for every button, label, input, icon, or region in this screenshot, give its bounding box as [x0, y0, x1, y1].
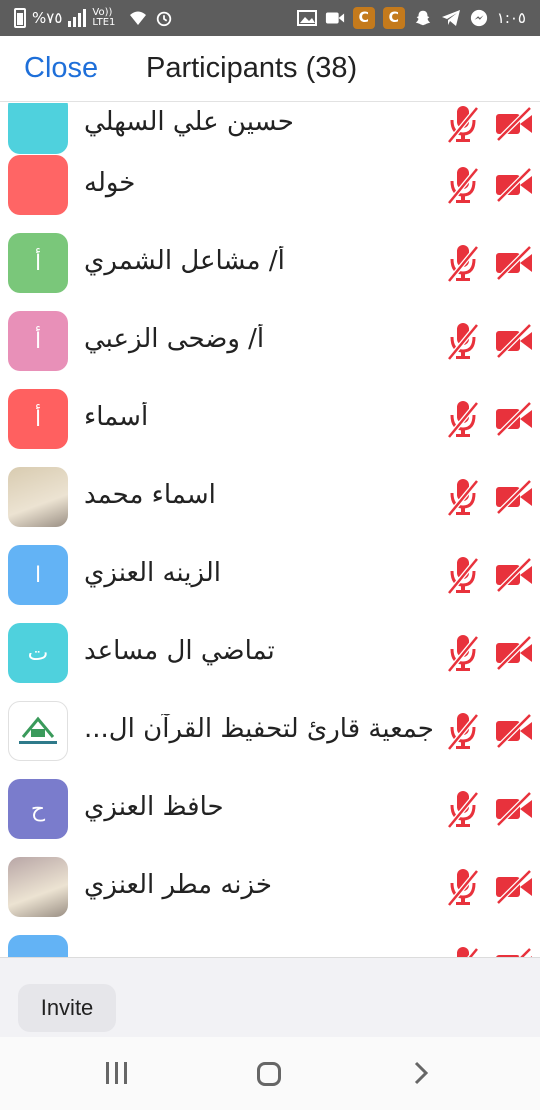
page-title: Participants (38) [146, 52, 358, 84]
close-button[interactable]: Close [24, 52, 98, 85]
video-off-icon[interactable] [494, 167, 534, 203]
muted-mic-icon[interactable] [446, 321, 480, 361]
muted-mic-icon[interactable] [446, 399, 480, 439]
video-icon [325, 12, 344, 24]
home-icon[interactable] [257, 1062, 281, 1086]
participant-row[interactable]: ت تماضي ال مساعد [0, 614, 540, 692]
participant-name: أسماء [84, 402, 149, 432]
avatar: أ [8, 389, 68, 449]
battery-icon [14, 8, 26, 28]
clock: ١:٠٥ [496, 9, 526, 27]
participant-name: أ/ وضحى الزعبي [84, 324, 265, 354]
avatar-initial: ح [30, 796, 46, 822]
invite-button[interactable]: Invite [18, 984, 116, 1032]
muted-mic-icon[interactable] [446, 104, 480, 144]
muted-mic-icon[interactable] [446, 243, 480, 283]
video-off-icon[interactable] [494, 713, 534, 749]
muted-mic-icon[interactable] [446, 165, 480, 205]
muted-mic-icon[interactable] [446, 711, 480, 751]
muted-mic-icon[interactable] [446, 633, 480, 673]
avatar: ت [8, 623, 68, 683]
app-c-icon: C [382, 7, 405, 29]
avatar-initial: أ [34, 406, 42, 432]
video-off-icon[interactable] [494, 323, 534, 359]
muted-mic-icon[interactable] [446, 789, 480, 829]
avatar-initial: ا [34, 562, 42, 588]
avatar: أ [8, 311, 68, 371]
participant-name: جمعية قارئ لتحفيظ القرآن ال... [84, 714, 434, 744]
battery-percent: %٧٥ [32, 9, 63, 27]
recent-apps-icon[interactable] [106, 1062, 127, 1084]
participant-name: خزنه مطر العنزي [84, 870, 272, 900]
participant-row[interactable] [0, 926, 540, 957]
avatar [8, 857, 68, 917]
participant-name: حسين علي السهلي [84, 107, 294, 137]
participant-row[interactable]: خزنه مطر العنزي [0, 848, 540, 926]
snapchat-icon [415, 10, 430, 26]
telegram-icon [441, 10, 460, 26]
alarm-icon [157, 11, 172, 27]
network-label: Vo)) LTE1 [92, 7, 116, 28]
video-off-icon[interactable] [494, 791, 534, 827]
participant-row[interactable]: جمعية قارئ لتحفيظ القرآن ال... [0, 692, 540, 770]
participant-row[interactable]: اسماء محمد [0, 458, 540, 536]
video-off-icon[interactable] [494, 635, 534, 671]
video-off-icon[interactable] [494, 869, 534, 905]
participant-row[interactable]: أ أسماء [0, 380, 540, 458]
avatar: ح [8, 779, 68, 839]
video-off-icon[interactable] [494, 245, 534, 281]
avatar [8, 701, 68, 761]
participant-row[interactable]: أ أ/ وضحى الزعبي [0, 302, 540, 380]
avatar-initial: أ [34, 250, 42, 276]
participant-row[interactable]: أ أ/ مشاعل الشمري [0, 224, 540, 302]
participant-name: حافظ العنزي [84, 792, 224, 822]
logo-icon [19, 716, 57, 744]
participant-row[interactable]: ا الزينه العنزي [0, 536, 540, 614]
status-bar: %٧٥ Vo)) LTE1 C C ١:٠٥ [0, 0, 540, 36]
gallery-icon [296, 10, 317, 26]
muted-mic-icon[interactable] [446, 867, 480, 907]
avatar [8, 935, 68, 957]
video-off-icon[interactable] [494, 557, 534, 593]
avatar: أ [8, 233, 68, 293]
video-off-icon[interactable] [494, 479, 534, 515]
messenger-icon [470, 9, 487, 27]
participant-name: تماضي ال مساعد [84, 636, 275, 666]
avatar-initial: ت [27, 640, 49, 666]
avatar-initial: أ [34, 328, 42, 354]
avatar: ا [8, 545, 68, 605]
muted-mic-icon[interactable] [446, 945, 480, 957]
video-off-icon[interactable] [494, 947, 534, 957]
muted-mic-icon[interactable] [446, 555, 480, 595]
wifi-icon [130, 11, 147, 25]
video-off-icon[interactable] [494, 401, 534, 437]
participant-name: اسماء محمد [84, 480, 216, 510]
participants-list[interactable]: حسين علي السهلي خوله أ أ/ مشاعل الشمري أ أ/ و… [0, 103, 540, 957]
participant-row[interactable]: ح حافظ العنزي [0, 770, 540, 848]
video-off-icon[interactable] [494, 106, 534, 142]
participant-name: خوله [84, 168, 136, 198]
participant-name: أ/ مشاعل الشمري [84, 246, 285, 276]
muted-mic-icon[interactable] [446, 477, 480, 517]
avatar [8, 467, 68, 527]
signal-icon [68, 9, 87, 27]
app-c-icon: C [352, 7, 375, 29]
participant-row[interactable]: خوله [0, 146, 540, 224]
participants-header: Close Participants (38) [0, 36, 540, 102]
avatar [8, 155, 68, 215]
back-icon[interactable] [408, 1060, 434, 1086]
participant-name: الزينه العنزي [84, 558, 222, 588]
